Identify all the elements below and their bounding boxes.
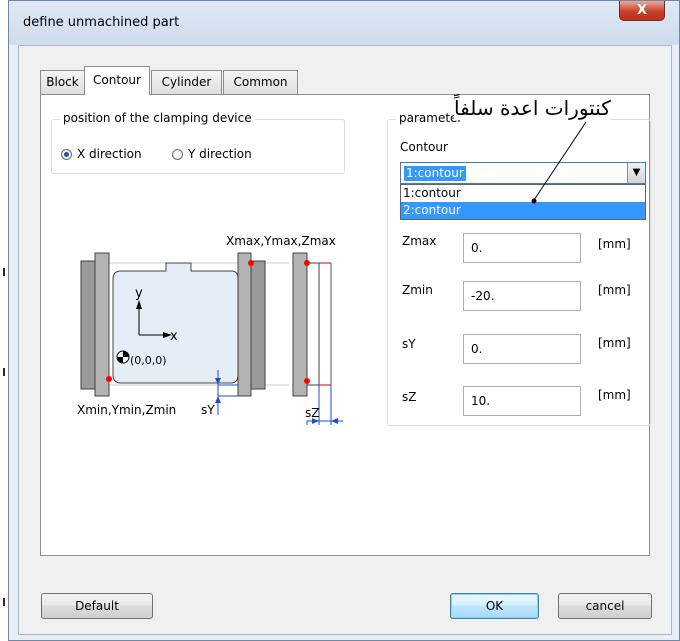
sy-label: sY bbox=[201, 403, 215, 417]
annotation-text: كنتورات اعدة سلفاً bbox=[454, 96, 611, 120]
tab-common[interactable]: Common bbox=[223, 70, 298, 94]
x-axis-label: x bbox=[170, 329, 178, 344]
tab-block[interactable]: Block bbox=[40, 70, 85, 94]
zmax-label: Zmax bbox=[402, 234, 437, 248]
sz-field[interactable]: 10. bbox=[463, 386, 581, 416]
max-coordinates-label: Xmax,Ymax,Zmax bbox=[226, 234, 336, 248]
sy-field-label: sY bbox=[402, 337, 416, 351]
close-icon: X bbox=[636, 3, 648, 18]
contour-tab-panel: position of the clamping device X direct… bbox=[40, 94, 651, 556]
min-point-marker bbox=[106, 376, 112, 382]
close-button[interactable]: X bbox=[619, 1, 665, 21]
origin-label: (0,0,0) bbox=[130, 354, 167, 367]
title-bar: define unmachined part X bbox=[9, 1, 679, 45]
zmax-unit: [mm] bbox=[598, 237, 631, 251]
dialog-client-area: Block Contour Cylinder Common position o… bbox=[18, 45, 672, 635]
sz-unit: [mm] bbox=[598, 388, 631, 402]
zmin-unit: [mm] bbox=[598, 283, 631, 297]
dropdown-item-1[interactable]: 1:contour bbox=[401, 185, 645, 202]
max-point-marker bbox=[248, 260, 254, 266]
left-clamp-outer bbox=[80, 260, 96, 390]
background-edge bbox=[0, 0, 8, 641]
sz-field-label: sZ bbox=[402, 390, 417, 404]
side-max-marker bbox=[304, 260, 310, 266]
edge-tick bbox=[3, 268, 5, 276]
right-clamp-outer bbox=[250, 260, 266, 390]
clamping-diagram: Xmax,Ymax,Zmax Xmin,Ymin,Zmin (0,0,0) y … bbox=[77, 234, 343, 425]
sy-unit: [mm] bbox=[598, 336, 631, 350]
contour-selected-value: 1:contour bbox=[404, 166, 466, 181]
left-clamp-inner bbox=[94, 252, 110, 397]
contour-dropdown-list: 1:contour 2:contour bbox=[400, 184, 646, 220]
parameter-groupbox: parameter Contour 1:contour ▼ 1:contour … bbox=[387, 111, 651, 426]
side-min-marker bbox=[304, 378, 310, 384]
tab-contour[interactable]: Contour bbox=[84, 66, 150, 95]
side-clamp-outer bbox=[292, 252, 308, 397]
chevron-down-icon[interactable]: ▼ bbox=[627, 163, 645, 183]
dropdown-item-2[interactable]: 2:contour bbox=[401, 202, 645, 219]
cancel-button[interactable]: cancel bbox=[558, 593, 652, 619]
y-axis-label: y bbox=[135, 286, 143, 301]
edge-tick bbox=[3, 368, 5, 376]
contour-label: Contour bbox=[400, 140, 448, 154]
min-coordinates-label: Xmin,Ymin,Zmin bbox=[77, 403, 176, 417]
default-button[interactable]: Default bbox=[41, 593, 153, 619]
sy-arrow-bottom bbox=[215, 396, 221, 403]
zmin-field[interactable]: -20. bbox=[463, 281, 581, 311]
right-clamp-inner bbox=[237, 252, 252, 397]
sy-field[interactable]: 0. bbox=[463, 334, 581, 364]
edge-tick bbox=[3, 598, 5, 606]
side-part-section bbox=[306, 262, 320, 386]
sz-arrow-right bbox=[331, 418, 338, 424]
contour-select[interactable]: 1:contour ▼ bbox=[400, 162, 646, 184]
window-title: define unmachined part bbox=[23, 15, 180, 30]
ok-button[interactable]: OK bbox=[450, 593, 539, 619]
sz-label: sZ bbox=[305, 406, 319, 420]
tab-cylinder[interactable]: Cylinder bbox=[151, 70, 222, 94]
zmax-field[interactable]: 0. bbox=[463, 233, 581, 263]
zmin-label: Zmin bbox=[402, 283, 433, 297]
